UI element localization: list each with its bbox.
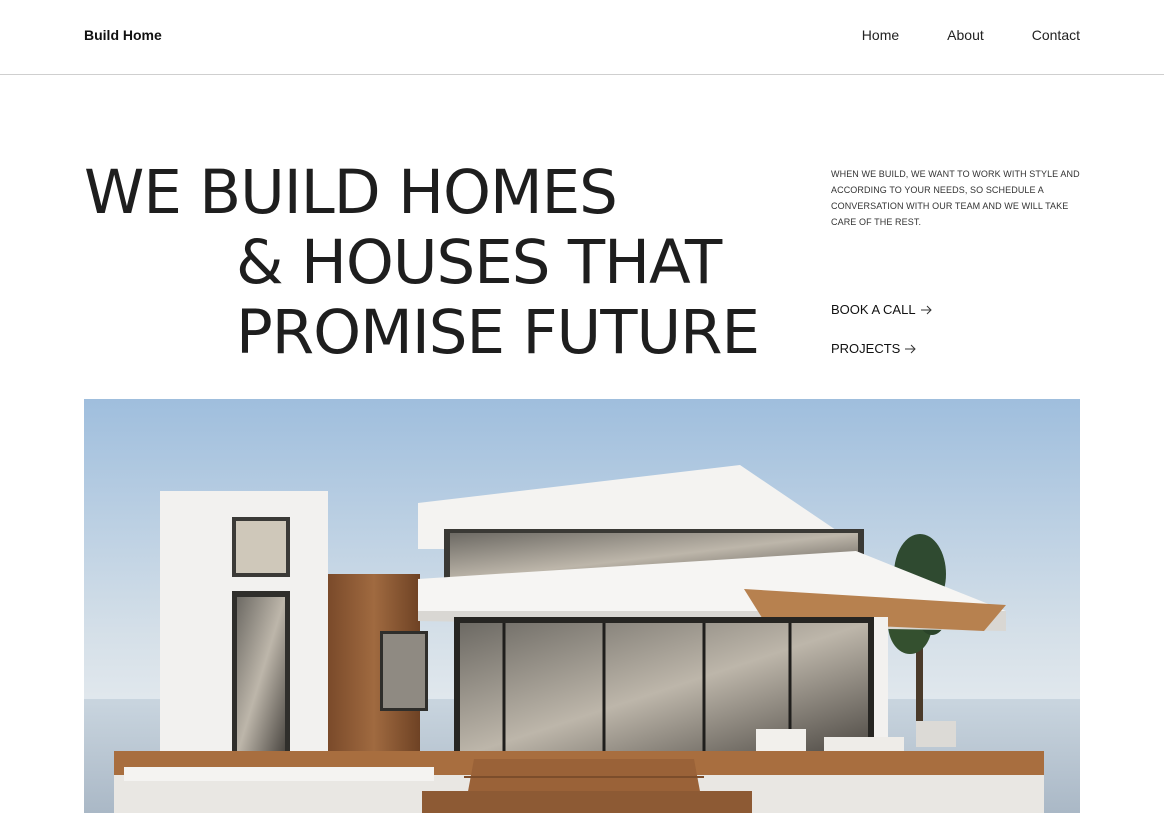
- headline-line-2: & HOUSES THAT: [236, 227, 722, 298]
- book-a-call-label: BOOK A CALL: [831, 302, 916, 317]
- arrow-right-icon: [920, 305, 932, 314]
- nav-about[interactable]: About: [947, 27, 984, 43]
- book-a-call-link[interactable]: BOOK A CALL: [831, 302, 932, 317]
- headline-line-1: WE BUILD HOMES: [84, 157, 618, 228]
- arrow-right-icon: [905, 344, 917, 353]
- site-header: Build Home Home About Contact: [0, 0, 1164, 75]
- hero-image: [84, 399, 1080, 813]
- brand-logo[interactable]: Build Home: [84, 27, 162, 43]
- nav-contact[interactable]: Contact: [1032, 27, 1080, 43]
- projects-label: PROJECTS: [831, 341, 901, 356]
- house-illustration: [84, 399, 1080, 813]
- nav-home[interactable]: Home: [862, 27, 899, 43]
- headline-line-3: PROMISE FUTURE: [236, 297, 760, 368]
- hero-headline: WE BUILD HOMES & HOUSES THAT PROMISE FUT…: [84, 157, 760, 368]
- main-nav: Home About Contact: [814, 27, 1080, 43]
- hero-blurb: WHEN WE BUILD, WE WANT TO WORK WITH STYL…: [831, 169, 1080, 227]
- projects-link[interactable]: PROJECTS: [831, 341, 917, 356]
